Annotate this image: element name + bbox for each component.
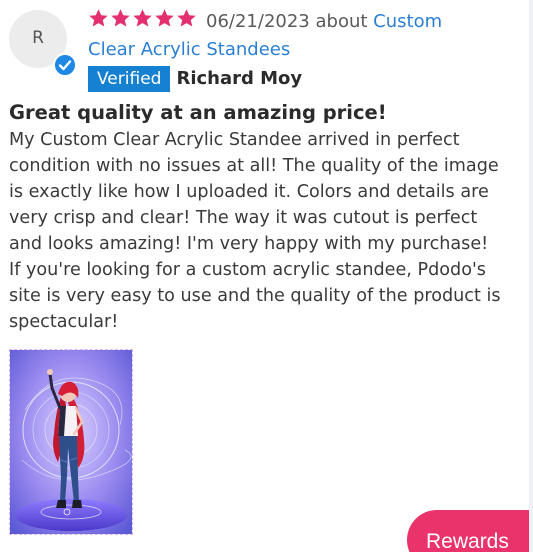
review-title: Great quality at an amazing price! xyxy=(9,101,387,124)
review-card: R 06/21/2023 about Custom Clear Acrylic … xyxy=(0,0,533,552)
review-date: 06/21/2023 xyxy=(206,11,310,32)
star-icon xyxy=(110,8,131,29)
about-label: about xyxy=(315,11,368,32)
rewards-button[interactable]: Rewards xyxy=(407,510,533,552)
verified-badge: Verified xyxy=(88,66,171,92)
product-link-line2[interactable]: Clear Acrylic Standees xyxy=(88,39,290,60)
product-link-line1[interactable]: Custom xyxy=(373,11,442,32)
star-icon xyxy=(132,8,153,29)
avatar-initial: R xyxy=(32,28,44,48)
scrollbar-track[interactable] xyxy=(529,0,533,552)
review-meta: 06/21/2023 about Custom Clear Acrylic St… xyxy=(88,8,468,92)
star-icon xyxy=(176,8,197,29)
star-rating xyxy=(88,8,198,37)
author-name: Richard Moy xyxy=(176,68,303,89)
star-icon xyxy=(88,8,109,29)
avatar: R xyxy=(9,10,77,77)
check-circle-icon xyxy=(53,53,77,77)
review-body: My Custom Clear Acrylic Standee arrived … xyxy=(9,130,501,332)
review-photo[interactable] xyxy=(9,349,133,535)
star-icon xyxy=(154,8,175,29)
